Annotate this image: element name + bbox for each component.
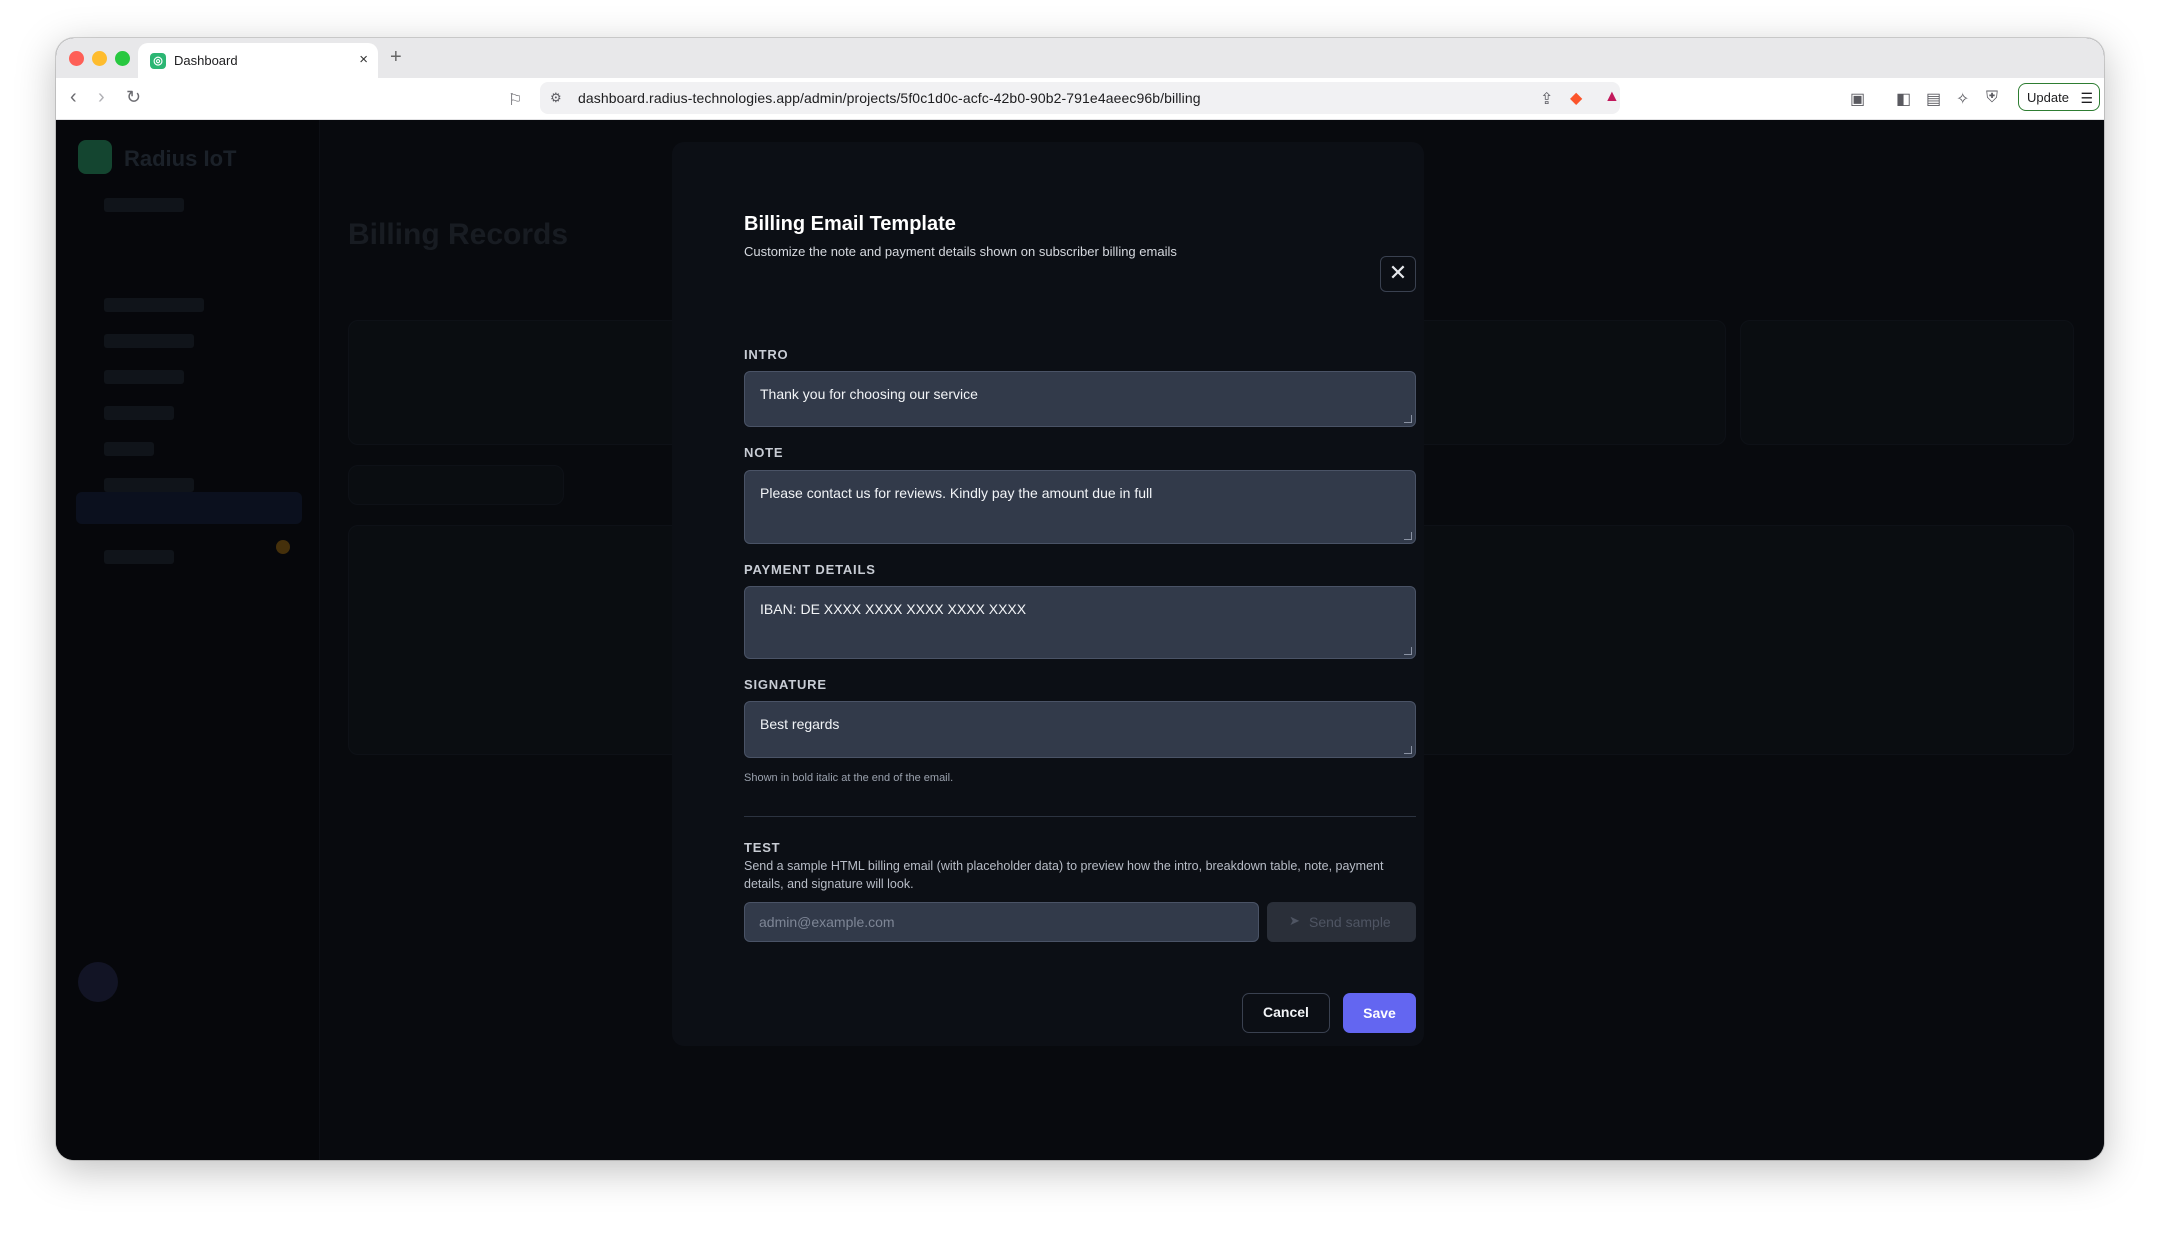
modal-title: Billing Email Template bbox=[744, 213, 956, 235]
resize-handle-icon[interactable] bbox=[1404, 532, 1412, 540]
modal-subtitle: Customize the note and payment details s… bbox=[744, 244, 1177, 259]
rewards-icon[interactable]: ▲ bbox=[1604, 88, 1620, 106]
site-settings-icon[interactable]: ⚙ bbox=[550, 90, 562, 106]
new-tab-button[interactable]: + bbox=[390, 46, 402, 69]
update-button[interactable]: Update ☰ bbox=[2018, 83, 2100, 111]
vpn-icon[interactable]: ⛨ bbox=[1986, 89, 1998, 107]
payment-details-textarea[interactable]: IBAN: DE XXXX XXXX XXXX XXXX XXXX bbox=[744, 586, 1416, 659]
test-email-input[interactable] bbox=[744, 902, 1259, 942]
browser-tab[interactable]: ◎ Dashboard × bbox=[138, 43, 378, 78]
intro-textarea[interactable]: Thank you for choosing our service bbox=[744, 371, 1416, 427]
forward-icon[interactable]: › bbox=[98, 86, 105, 109]
reader-icon[interactable]: ▣ bbox=[1850, 89, 1865, 109]
close-window-button[interactable] bbox=[69, 51, 84, 66]
brave-shield-icon[interactable]: ◆ bbox=[1570, 88, 1582, 108]
minimize-window-button[interactable] bbox=[92, 51, 107, 66]
resize-handle-icon[interactable] bbox=[1404, 415, 1412, 423]
menu-icon: ☰ bbox=[2080, 90, 2093, 106]
favicon-icon: ◎ bbox=[150, 53, 166, 69]
maximize-window-button[interactable] bbox=[115, 51, 130, 66]
resize-handle-icon[interactable] bbox=[1404, 746, 1412, 754]
browser-titlebar: ◎ Dashboard × + bbox=[56, 38, 2104, 78]
tab-title: Dashboard bbox=[174, 53, 238, 68]
wallet-icon[interactable]: ▤ bbox=[1926, 89, 1941, 109]
test-label: TEST bbox=[744, 840, 781, 855]
test-description: Send a sample HTML billing email (with p… bbox=[744, 859, 1384, 891]
reload-icon[interactable]: ↻ bbox=[126, 87, 141, 108]
share-icon[interactable]: ⇪ bbox=[1540, 89, 1553, 109]
close-icon[interactable]: ✕ bbox=[1380, 256, 1416, 292]
send-icon: ➤ bbox=[1289, 913, 1300, 928]
url-text: dashboard.radius-technologies.app/admin/… bbox=[578, 90, 1201, 106]
back-icon[interactable]: ‹ bbox=[70, 86, 77, 109]
signature-label: SIGNATURE bbox=[744, 677, 827, 692]
intro-label: INTRO bbox=[744, 347, 789, 362]
sidebar-icon[interactable]: ◧ bbox=[1896, 89, 1911, 109]
leo-ai-icon[interactable]: ✧ bbox=[1956, 89, 1969, 109]
resize-handle-icon[interactable] bbox=[1404, 647, 1412, 655]
note-label: NOTE bbox=[744, 445, 784, 460]
save-button[interactable]: Save bbox=[1343, 993, 1416, 1033]
bookmark-icon[interactable]: ⚐ bbox=[508, 90, 522, 110]
divider bbox=[744, 816, 1416, 817]
cancel-button[interactable]: Cancel bbox=[1242, 993, 1330, 1033]
signature-hint: Shown in bold italic at the end of the e… bbox=[744, 772, 954, 784]
send-sample-button[interactable]: ➤ Send sample bbox=[1267, 902, 1416, 942]
signature-textarea[interactable]: Best regards bbox=[744, 701, 1416, 758]
tab-close-icon[interactable]: × bbox=[359, 51, 368, 68]
payment-details-label: PAYMENT DETAILS bbox=[744, 562, 876, 577]
address-bar[interactable]: ⚙ dashboard.radius-technologies.app/admi… bbox=[540, 82, 1620, 114]
note-textarea[interactable]: Please contact us for reviews. Kindly pa… bbox=[744, 470, 1416, 544]
browser-toolbar: ‹ › ↻ ⚐ ⚙ dashboard.radius-technologies.… bbox=[56, 78, 2104, 120]
